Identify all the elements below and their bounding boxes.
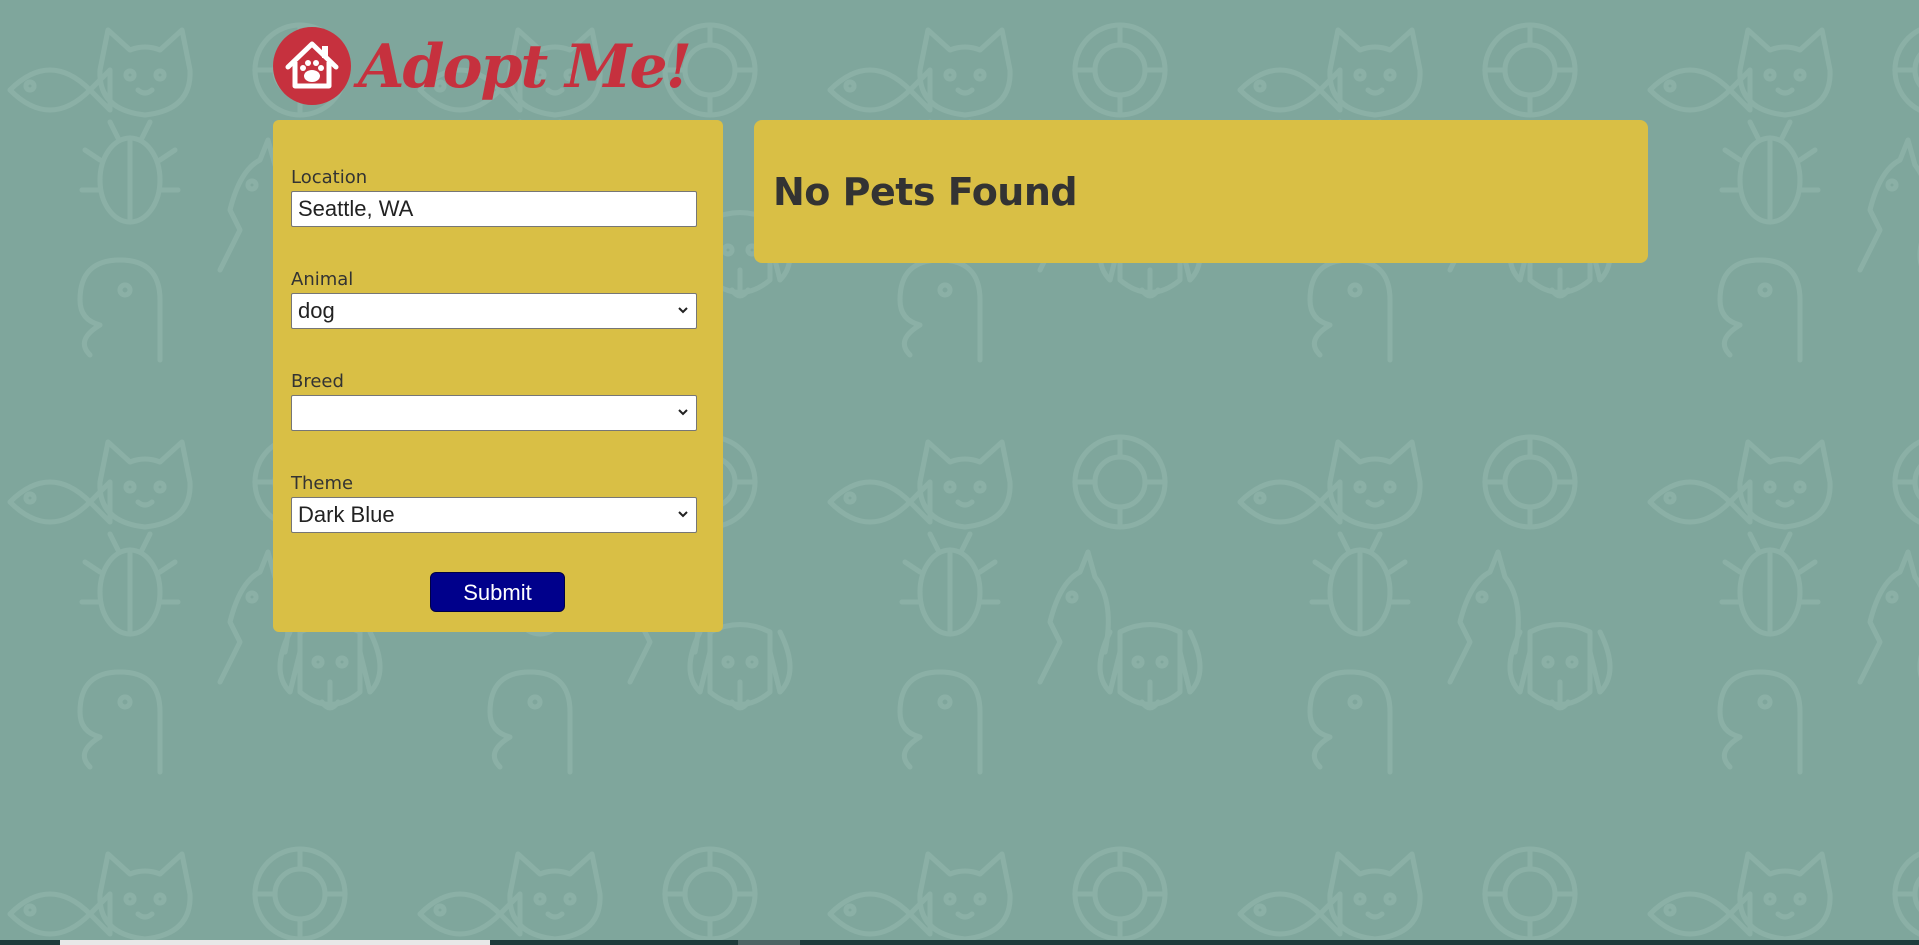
animal-select[interactable]: dog — [291, 293, 697, 329]
results-panel: No Pets Found — [754, 120, 1648, 263]
chevron-down-icon — [678, 307, 688, 314]
animal-select-value: dog — [298, 298, 335, 323]
chevron-down-icon — [678, 409, 688, 416]
logo-text: Adopt Me! — [358, 32, 692, 102]
chevron-down-icon — [678, 511, 688, 518]
submit-button[interactable]: Submit — [430, 572, 565, 612]
breed-label: Breed — [291, 371, 344, 392]
theme-label: Theme — [291, 473, 354, 494]
scrollbar-marker — [738, 940, 800, 945]
animal-label: Animal — [291, 269, 354, 290]
bottom-scrollbar[interactable] — [0, 940, 1919, 945]
breed-select[interactable] — [291, 395, 697, 431]
site-logo[interactable]: Adopt Me! — [272, 24, 692, 122]
location-input[interactable]: Seattle, WA — [291, 191, 697, 227]
location-label: Location — [291, 167, 368, 188]
no-results-heading: No Pets Found — [773, 170, 1078, 214]
theme-select[interactable]: Dark Blue — [291, 497, 697, 533]
house-paw-icon — [273, 27, 351, 105]
scrollbar-thumb[interactable] — [60, 940, 490, 945]
theme-select-value: Dark Blue — [298, 502, 395, 527]
search-form: Location Seattle, WA Animal dog Breed Th… — [273, 120, 723, 632]
